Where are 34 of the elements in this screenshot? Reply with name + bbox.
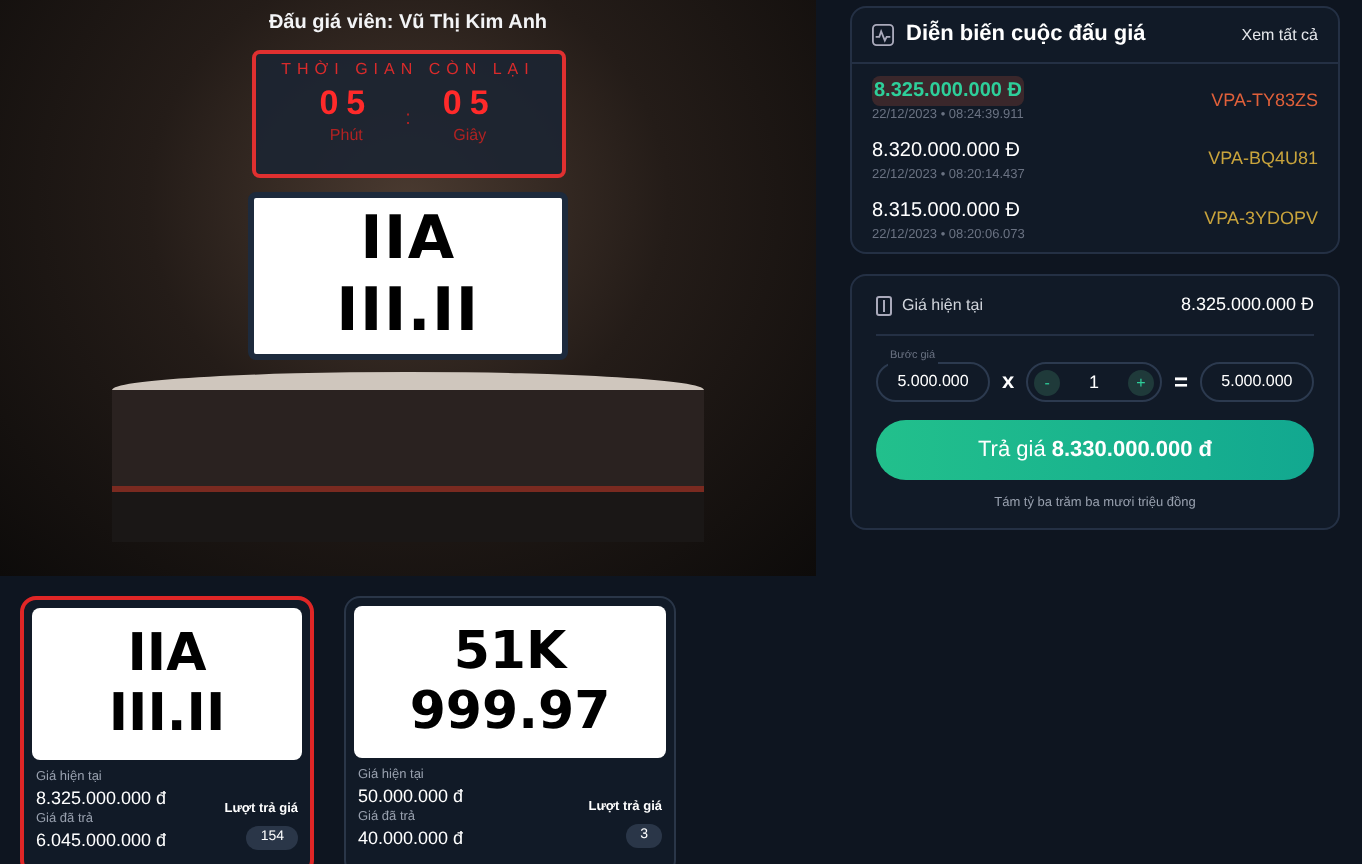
plate-line: IIA: [360, 204, 456, 276]
bidder-code: VPA-TY83ZS: [1211, 87, 1318, 114]
minutes-label: Phút: [329, 124, 363, 148]
panel-title: Diễn biến cuộc đấu giá: [906, 18, 1146, 51]
current-price-value: 8.325.000.000 Đ: [1180, 292, 1314, 318]
see-all-link[interactable]: Xem tất cả: [1241, 23, 1318, 47]
plate-line: 51K: [453, 622, 567, 682]
current-price-label: Giá hiện tại: [902, 293, 983, 318]
multiply-sign: x: [1001, 368, 1015, 398]
price-value: 50.000.000 đ: [358, 786, 464, 806]
seconds-label: Giây: [453, 124, 487, 148]
timer-separator: :: [405, 106, 411, 134]
bid-amount: 8.315.000.000 Đ: [872, 197, 1022, 225]
plate-line: IIA: [127, 624, 207, 684]
bid-amount: 8.320.000.000 Đ: [872, 137, 1022, 166]
plate-line: III.II: [108, 684, 226, 744]
activity-icon: [872, 24, 894, 46]
quantity-value: 1: [1089, 369, 1100, 395]
bidder-code: VPA-3YDOPV: [1204, 206, 1318, 233]
price-value: 8.325.000.000 đ: [36, 788, 167, 808]
plate-line: III.II: [336, 276, 480, 348]
minutes-value: 05: [319, 84, 374, 124]
bid-amount: 8.325.000.000 Đ: [872, 76, 1024, 106]
decrease-button[interactable]: -: [1034, 369, 1061, 396]
seconds-value: 05: [442, 84, 497, 124]
auctioneer-name: Đấu giá viên: Vũ Thị Kim Anh: [268, 10, 548, 38]
bidder-code: VPA-BQ4U81: [1208, 146, 1318, 173]
total-step-field: 5.000.000: [1199, 362, 1314, 403]
plate-line: 999.97: [409, 682, 611, 742]
price-value: 40.000.000 đ: [358, 828, 464, 848]
price-value: 6.045.000.000 đ: [36, 830, 167, 850]
increase-button[interactable]: +: [1128, 369, 1155, 396]
equals-sign: =: [1173, 366, 1188, 401]
timer-title: THỜI GIAN CÒN LẠI: [281, 58, 535, 82]
